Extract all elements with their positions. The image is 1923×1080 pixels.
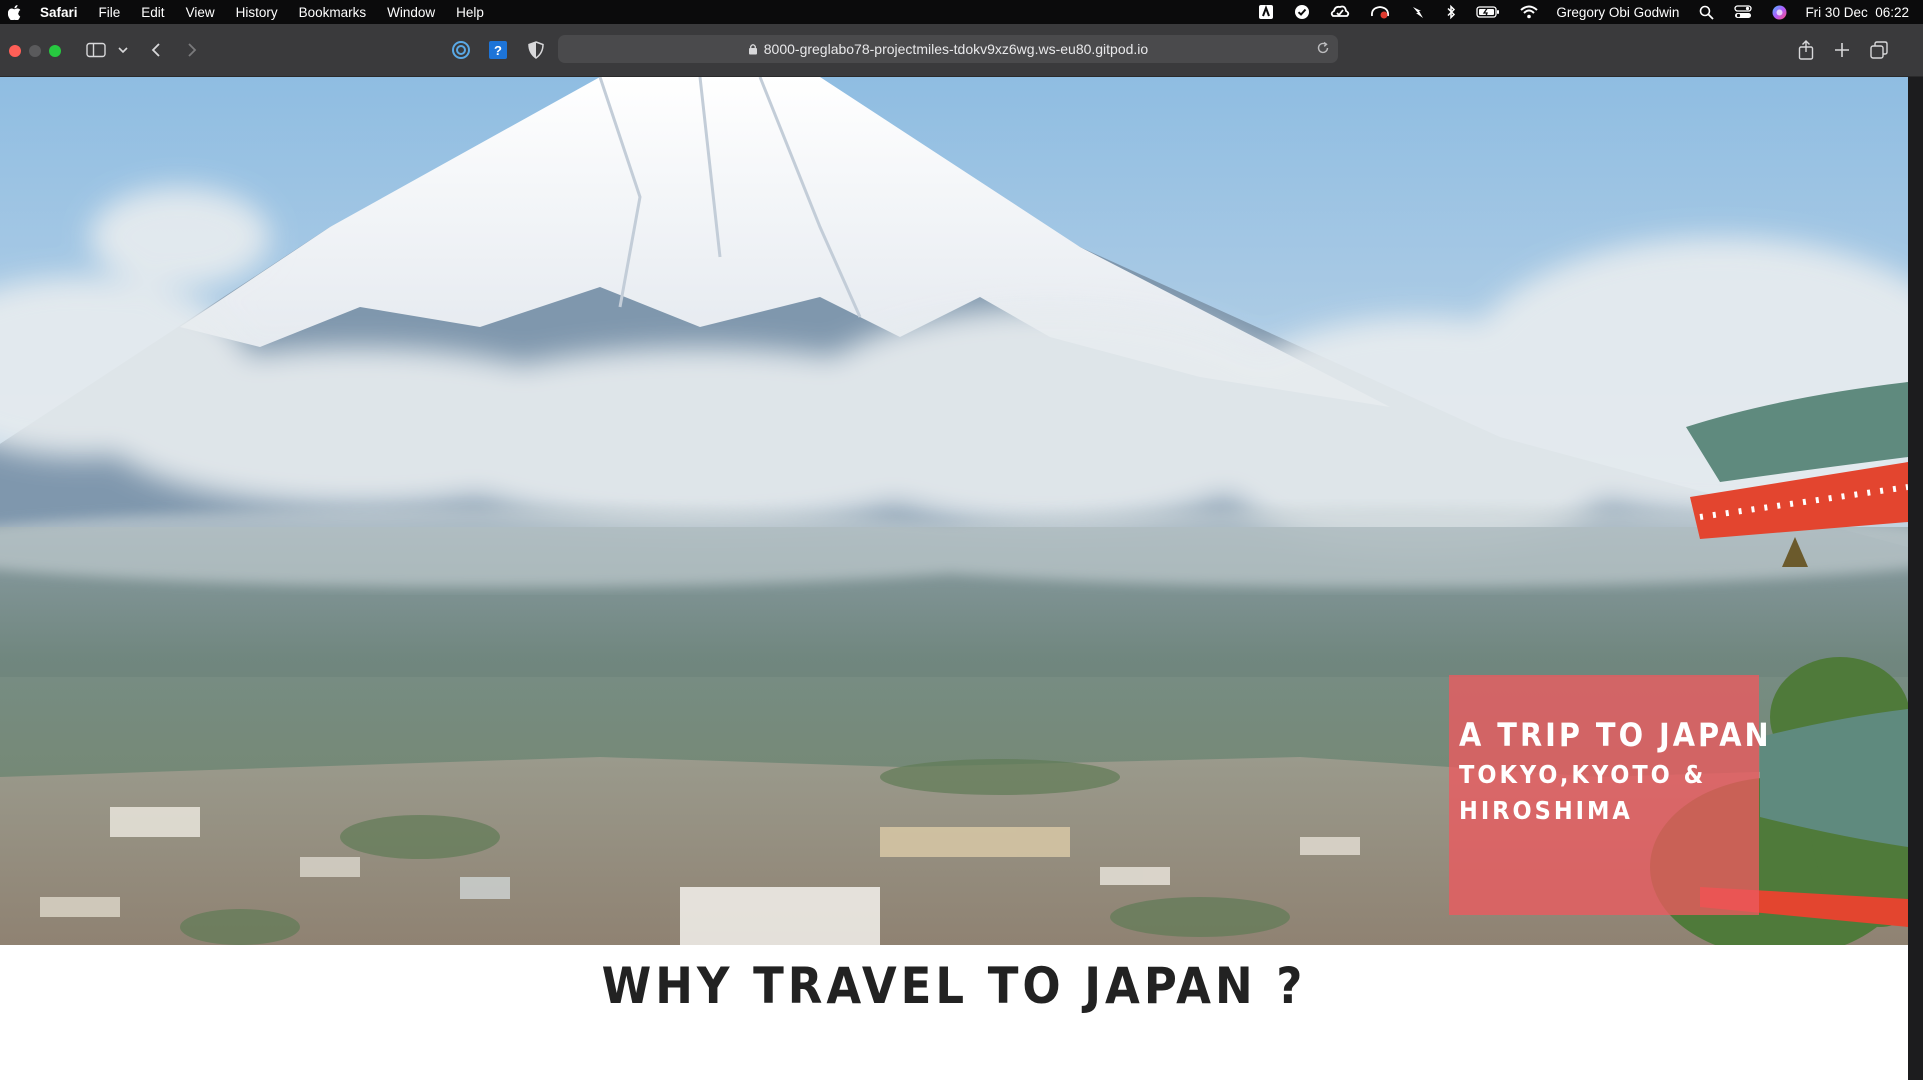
- macos-menu-bar: Safari File Edit View History Bookmarks …: [0, 0, 1923, 24]
- menu-view[interactable]: View: [186, 5, 215, 20]
- tabs-overview-icon[interactable]: [1867, 38, 1891, 62]
- svg-text:?: ?: [494, 43, 502, 58]
- siri-icon[interactable]: [1772, 5, 1787, 20]
- page-viewport[interactable]: A TRIP TO JAPAN TOKYO,KYOTO & HIROSHIMA …: [0, 77, 1908, 1080]
- menu-app-name[interactable]: Safari: [40, 5, 78, 20]
- sidebar-icon[interactable]: [84, 38, 108, 62]
- adobe-icon[interactable]: [1258, 4, 1274, 20]
- bluetooth-icon[interactable]: [1446, 4, 1456, 20]
- menu-history[interactable]: History: [236, 5, 278, 20]
- lock-icon: [748, 43, 758, 55]
- creative-cloud-icon[interactable]: [1330, 4, 1350, 20]
- apple-icon[interactable]: [8, 4, 22, 20]
- page-scrollbar[interactable]: [1908, 77, 1923, 1080]
- menu-window[interactable]: Window: [387, 5, 435, 20]
- menu-file[interactable]: File: [99, 5, 121, 20]
- share-icon[interactable]: [1794, 38, 1818, 62]
- menu-edit[interactable]: Edit: [141, 5, 164, 20]
- back-icon[interactable]: [146, 38, 166, 62]
- minimize-window-button[interactable]: [29, 45, 41, 57]
- hero-title-card: A TRIP TO JAPAN TOKYO,KYOTO & HIROSHIMA: [1449, 675, 1772, 915]
- extension-1-icon[interactable]: [449, 38, 473, 62]
- url-text: 8000-greglabo78-projectmiles-tdokv9xz6wg…: [763, 41, 1149, 57]
- control-center-icon[interactable]: [1734, 5, 1753, 19]
- hero-title: A TRIP TO JAPAN: [1459, 716, 1772, 754]
- user-name[interactable]: Gregory Obi Godwin: [1556, 5, 1679, 20]
- forward-icon[interactable]: [182, 38, 202, 62]
- chevron-down-icon[interactable]: [116, 38, 130, 62]
- menu-bookmarks[interactable]: Bookmarks: [299, 5, 367, 20]
- cast-icon[interactable]: [1370, 4, 1390, 20]
- menubar-clock[interactable]: Fri 30 Dec 06:22: [1805, 5, 1909, 20]
- search-icon[interactable]: [1699, 5, 1715, 20]
- window-controls: [9, 45, 69, 57]
- new-tab-icon[interactable]: [1830, 38, 1854, 62]
- check-circle-icon[interactable]: [1294, 4, 1310, 20]
- section-title: WHY TRAVEL TO JAPAN ?: [601, 957, 1307, 1015]
- shield-icon[interactable]: [524, 38, 548, 62]
- reload-icon[interactable]: [1316, 41, 1330, 58]
- wifi-icon[interactable]: [1520, 5, 1539, 19]
- hero-subtitle: TOKYO,KYOTO & HIROSHIMA: [1459, 760, 1707, 825]
- hero-image: A TRIP TO JAPAN TOKYO,KYOTO & HIROSHIMA: [0, 77, 1908, 945]
- menu-help[interactable]: Help: [456, 5, 484, 20]
- lightning-icon[interactable]: [1410, 4, 1426, 20]
- browser-toolbar: ? 8000-greglabo78-projectmiles-tdokv9xz6…: [0, 24, 1923, 77]
- close-window-button[interactable]: [9, 45, 21, 57]
- address-bar[interactable]: 8000-greglabo78-projectmiles-tdokv9xz6wg…: [558, 35, 1338, 63]
- maximize-window-button[interactable]: [49, 45, 61, 57]
- battery-icon[interactable]: [1476, 5, 1500, 19]
- extension-2-icon[interactable]: ?: [486, 38, 510, 62]
